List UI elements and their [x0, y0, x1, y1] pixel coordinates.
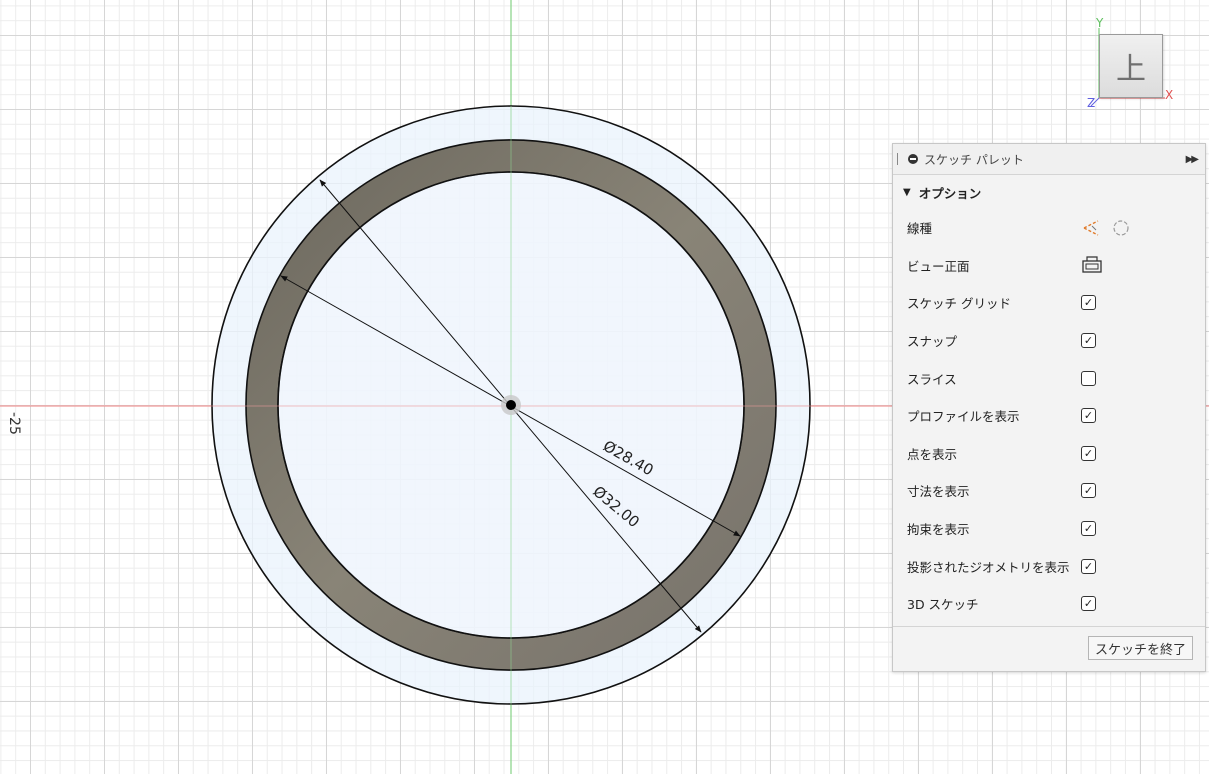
sketch-grid-checkbox[interactable]: ✓: [1081, 295, 1096, 311]
view-cube-axis-z: Z: [1087, 96, 1096, 110]
option-row-snap: スナップ ✓: [893, 322, 1205, 360]
linetype-icons: [1081, 218, 1131, 238]
finish-sketch-button[interactable]: スケッチを終了: [1087, 636, 1193, 660]
look-at-icon[interactable]: [1081, 254, 1103, 277]
minus-circle-icon[interactable]: [908, 154, 918, 164]
option-label: ビュー正面: [907, 258, 970, 274]
origin-point[interactable]: [506, 400, 516, 410]
axis-tick-label: -25: [6, 412, 22, 435]
option-row-sketch-grid: スケッチ グリッド ✓: [893, 284, 1205, 322]
drag-handle[interactable]: [897, 153, 900, 165]
view-cube[interactable]: Y 上 X Z: [1085, 14, 1185, 114]
show-projected-geometry-checkbox[interactable]: ✓: [1081, 558, 1096, 574]
option-row-linetype: 線種: [893, 209, 1205, 247]
show-profile-checkbox[interactable]: ✓: [1081, 408, 1096, 424]
option-label: スケッチ グリッド: [907, 296, 1011, 312]
palette-header[interactable]: スケッチ パレット ▶▶: [893, 144, 1205, 175]
option-row-show-projected-geometry: 投影されたジオメトリを表示 ✓: [893, 547, 1205, 585]
option-label: スライス: [907, 371, 957, 387]
view-cube-face-top[interactable]: 上: [1099, 34, 1163, 98]
option-row-show-dimensions: 寸法を表示 ✓: [893, 472, 1205, 510]
option-label: プロファイルを表示: [907, 409, 1020, 425]
view-cube-axis-x: X: [1165, 88, 1174, 102]
option-label: スナップ: [907, 334, 958, 350]
option-row-show-points: 点を表示 ✓: [893, 435, 1205, 473]
option-row-slice: スライス: [893, 359, 1205, 397]
show-points-checkbox[interactable]: ✓: [1081, 445, 1096, 461]
option-label: 線種: [907, 221, 933, 237]
slice-checkbox[interactable]: [1081, 370, 1096, 386]
option-label: 拘束を表示: [907, 522, 970, 538]
collapse-triangle-icon: ▼: [903, 186, 911, 198]
centerline-icon[interactable]: [1111, 218, 1131, 238]
options-section-header[interactable]: ▼ オプション: [893, 175, 1205, 209]
palette-title: スケッチ パレット: [924, 152, 1024, 167]
double-chevron-right-icon[interactable]: ▶▶: [1186, 154, 1199, 165]
option-row-show-constraints: 拘束を表示 ✓: [893, 510, 1205, 548]
show-dimensions-checkbox[interactable]: ✓: [1081, 483, 1096, 499]
sketch-palette: スケッチ パレット ▶▶ ▼ オプション 線種 ビュー正面 スケッチ グリッド …: [892, 143, 1206, 672]
option-row-3d-sketch: 3D スケッチ ✓: [893, 585, 1205, 623]
palette-footer: スケッチを終了: [893, 626, 1205, 671]
snap-checkbox[interactable]: ✓: [1081, 333, 1096, 349]
options-section-title: オプション: [918, 185, 982, 201]
option-label: 寸法を表示: [907, 484, 970, 500]
construction-line-icon[interactable]: [1081, 218, 1101, 238]
option-label: 点を表示: [907, 446, 958, 462]
option-label: 投影されたジオメトリを表示: [907, 559, 1070, 575]
show-constraints-checkbox[interactable]: ✓: [1081, 521, 1096, 537]
3d-sketch-checkbox[interactable]: ✓: [1081, 596, 1096, 612]
option-row-show-profile: プロファイルを表示 ✓: [893, 397, 1205, 435]
option-label: 3D スケッチ: [907, 597, 979, 613]
option-row-look-at: ビュー正面: [893, 247, 1205, 285]
